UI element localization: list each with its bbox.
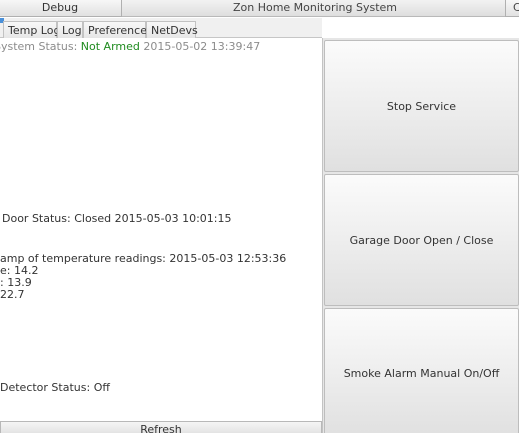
system-status-line: System Status: Not Armed 2015-05-02 13:3… bbox=[0, 40, 260, 53]
system-status-value: Not Armed bbox=[80, 40, 140, 53]
tab-netdevs[interactable]: NetDevs bbox=[146, 21, 198, 38]
detector-status-label: Detector Status: bbox=[0, 381, 91, 394]
detector-status-value: Off bbox=[93, 381, 110, 394]
app-window: Debug Zon Home Monitoring System C Temp … bbox=[0, 0, 519, 433]
refresh-button[interactable]: Refresh bbox=[0, 421, 322, 433]
garage-door-label: Garage Door Open / Close bbox=[349, 233, 494, 247]
debug-button[interactable]: Debug bbox=[0, 0, 122, 17]
stop-service-label: Stop Service bbox=[386, 99, 457, 113]
smoke-alarm-label: Smoke Alarm Manual On/Off bbox=[343, 366, 500, 380]
door-status-line: Door Status: Closed 2015-05-03 10:01:15 bbox=[2, 212, 232, 225]
tab-temp-log[interactable]: Temp Log bbox=[3, 21, 60, 38]
tab-preferences[interactable]: Preferences bbox=[83, 21, 153, 38]
door-status-value: Closed bbox=[74, 212, 112, 225]
window-title: Zon Home Monitoring System bbox=[232, 1, 398, 14]
smoke-alarm-button[interactable]: Smoke Alarm Manual On/Off bbox=[324, 308, 519, 433]
detector-status-line: Detector Status: Off bbox=[0, 381, 110, 394]
temperature-reading-3: 22.7 bbox=[0, 288, 25, 301]
temperature-timestamp-line: amp of temperature readings: 2015-05-03 … bbox=[0, 252, 286, 265]
system-status-time: 2015-05-02 13:39:47 bbox=[143, 40, 261, 53]
system-status-label: System Status: bbox=[0, 40, 78, 53]
temperature-timestamp-value: 2015-05-03 12:53:36 bbox=[169, 252, 287, 265]
status-panel: System Status: Not Armed 2015-05-02 13:3… bbox=[0, 38, 322, 421]
garage-door-button[interactable]: Garage Door Open / Close bbox=[324, 174, 519, 306]
stop-service-button[interactable]: Stop Service bbox=[324, 40, 519, 172]
tab-log[interactable]: Log bbox=[57, 21, 83, 38]
close-button[interactable]: C bbox=[505, 0, 519, 17]
door-status-time: 2015-05-03 10:01:15 bbox=[114, 212, 232, 225]
door-status-label: Door Status: bbox=[2, 212, 71, 225]
